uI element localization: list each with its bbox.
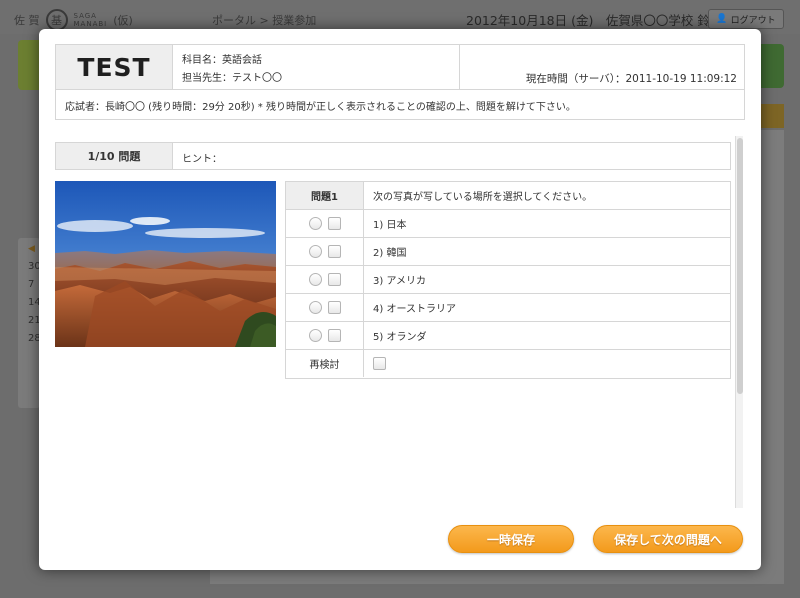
option-label[interactable]: 2) 韓国 — [373, 238, 406, 265]
logout-button[interactable]: 👤 ログアウト — [708, 9, 784, 29]
option-controls — [286, 210, 364, 237]
background-calendar: ◀ 30 7 14 21 28 — [18, 238, 41, 408]
option-row[interactable]: 4) オーストラリア — [286, 294, 730, 322]
logo-sub-bottom: MANABI — [73, 20, 108, 28]
review-row: 再検討 — [286, 350, 730, 378]
option-checkbox[interactable] — [327, 273, 341, 286]
option-controls — [286, 266, 364, 293]
option-radio[interactable] — [308, 217, 322, 230]
logo-subtext: SAGA MANABI — [74, 12, 108, 28]
option-radio[interactable] — [308, 329, 322, 342]
question-header: 1/10 問題 ヒント： — [55, 142, 731, 170]
hint-label: ヒント： — [182, 154, 222, 165]
logo-mark-icon: 基 — [45, 9, 68, 31]
option-row[interactable]: 5) オランダ — [286, 322, 730, 350]
examinee-notice: 応試者：長崎〇〇 (残り時間：29分 20秒) * 残り時間が正しく表示されるこ… — [65, 102, 576, 113]
question-table: 問題1 次の写真が写している場所を選択してください。 1) 日本 2) 韓国 3… — [285, 181, 731, 379]
breadcrumb: ポータル > 授業参加 — [212, 14, 317, 27]
review-label: 再検討 — [286, 350, 364, 377]
user-icon: 👤 — [716, 14, 728, 24]
review-control — [373, 350, 386, 377]
background-footer — [210, 570, 784, 584]
subject-name: 科目名：英語会話 — [182, 55, 262, 66]
header-user-info: 2012年10月18日 (金) 佐賀県〇〇学校 鈴木 — [466, 13, 723, 28]
question-prompt-row: 問題1 次の写真が写している場所を選択してください。 — [286, 182, 730, 210]
logo-suffix: (仮) — [113, 14, 133, 27]
option-row[interactable]: 1) 日本 — [286, 210, 730, 238]
exam-modal: TEST 科目名：英語会話 担当先生：テスト〇〇 現在時間（サーバ）：2011-… — [39, 29, 761, 570]
question-number: 1/10 問題 — [56, 143, 173, 169]
exam-info-box: TEST 科目名：英語会話 担当先生：テスト〇〇 現在時間（サーバ）：2011-… — [55, 44, 745, 120]
option-row[interactable]: 3) アメリカ — [286, 266, 730, 294]
option-label[interactable]: 4) オーストラリア — [373, 294, 456, 321]
option-radio[interactable] — [308, 301, 322, 314]
option-row[interactable]: 2) 韓国 — [286, 238, 730, 266]
exam-title: TEST — [56, 45, 173, 90]
canyon-photo-image — [55, 181, 276, 347]
option-controls — [286, 294, 364, 321]
teacher-name: 担当先生：テスト〇〇 — [182, 73, 282, 84]
background-panel-right — [758, 44, 784, 88]
save-next-button[interactable]: 保存して次の問題へ — [593, 525, 743, 553]
option-checkbox[interactable] — [327, 217, 341, 230]
scrollbar-thumb[interactable] — [737, 138, 743, 394]
option-label[interactable]: 3) アメリカ — [373, 266, 426, 293]
review-checkbox[interactable] — [373, 357, 386, 370]
question-prompt: 次の写真が写している場所を選択してください。 — [373, 192, 593, 203]
background-bar-right — [758, 104, 784, 128]
exam-subject-cell: 科目名：英語会話 担当先生：テスト〇〇 — [173, 45, 460, 90]
temp-save-button[interactable]: 一時保存 — [448, 525, 574, 553]
question-label: 問題1 — [286, 182, 364, 209]
option-controls — [286, 322, 364, 349]
option-controls — [286, 238, 364, 265]
option-checkbox[interactable] — [327, 245, 341, 258]
question-photo — [55, 181, 276, 347]
option-checkbox[interactable] — [327, 301, 341, 314]
server-time: 現在時間（サーバ）：2011-10-19 11:09:12 — [460, 45, 744, 90]
option-checkbox[interactable] — [327, 329, 341, 342]
background-content-right — [758, 130, 784, 570]
logo-sub-top: SAGA — [73, 12, 97, 20]
option-label[interactable]: 5) オランダ — [373, 322, 426, 349]
site-logo: 佐 賀 基 SAGA MANABI (仮) — [14, 9, 133, 31]
option-label[interactable]: 1) 日本 — [373, 210, 406, 237]
logout-label: ログアウト — [730, 15, 776, 26]
option-radio[interactable] — [308, 245, 322, 258]
logo-kanji: 佐 賀 — [14, 14, 40, 27]
option-radio[interactable] — [308, 273, 322, 286]
content-scrollbar[interactable] — [735, 136, 743, 508]
